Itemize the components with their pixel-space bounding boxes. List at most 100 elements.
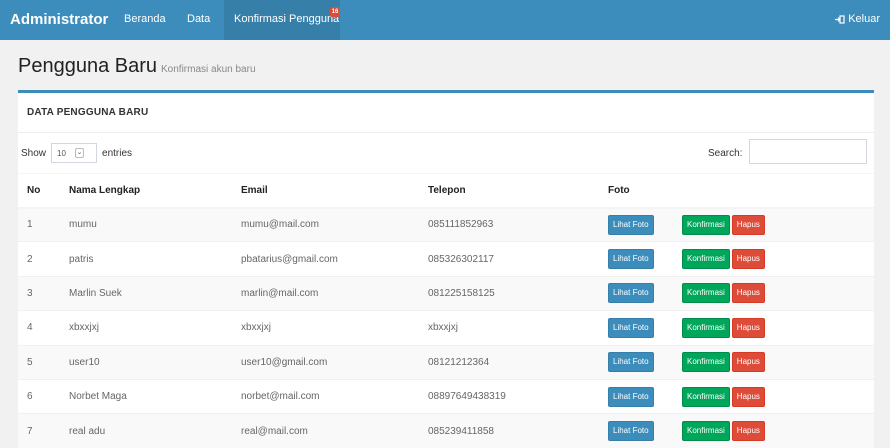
entries-select-value: 10 (57, 148, 66, 158)
col-header-actions (682, 173, 874, 209)
delete-button[interactable]: Hapus (731, 386, 765, 407)
cell-email: xbxxjxj (232, 310, 419, 346)
cell-name: real adu (60, 413, 232, 448)
box-header: DATA PENGGUNA BARU (18, 93, 874, 133)
cell-actions: Konfirmasi Hapus (682, 206, 874, 242)
table-row: 5 user10 user10@gmail.com 08121212364 Lihat … (18, 344, 874, 380)
cell-name: user10 (60, 344, 232, 380)
cell-no: 4 (18, 310, 60, 346)
logout-link[interactable]: Keluar (835, 13, 880, 25)
cell-email: mumu@mail.com (232, 206, 419, 242)
delete-button[interactable]: Hapus (731, 249, 765, 270)
table-row: 7 real adu real@mail.com 085239411858 Lihat … (18, 413, 874, 448)
cell-actions: Konfirmasi Hapus (682, 241, 874, 277)
cell-name: Norbet Maga (60, 378, 232, 414)
nav-link-data[interactable]: Data (187, 13, 210, 25)
view-photo-button[interactable]: Lihat Foto (608, 283, 654, 304)
brand-title[interactable]: Administrator (10, 11, 108, 28)
confirm-button[interactable]: Konfirmasi (682, 421, 730, 442)
cell-email: pbatarius@gmail.com (232, 241, 419, 277)
view-photo-button[interactable]: Lihat Foto (608, 317, 654, 338)
delete-button[interactable]: Hapus (731, 421, 765, 442)
cell-photo: Lihat Foto (599, 275, 682, 311)
table-row: 1 mumu mumu@mail.com 085111852963 Lihat Foto… (18, 206, 874, 242)
users-table: No Nama Lengkap Email Telepon Foto 1 mumu… (18, 173, 874, 448)
cell-phone: 085111852963 (419, 206, 599, 242)
entries-length-control: Show 10 ⌄ entries (21, 143, 132, 163)
search-input[interactable] (749, 139, 867, 164)
col-header-telepon[interactable]: Telepon (419, 173, 599, 209)
cell-photo: Lihat Foto (599, 378, 682, 414)
cell-phone: 08897649438319 (419, 378, 599, 414)
delete-button[interactable]: Hapus (731, 317, 765, 338)
confirm-button[interactable]: Konfirmasi (682, 352, 730, 373)
cell-phone: 08121212364 (419, 344, 599, 380)
table-header-row: No Nama Lengkap Email Telepon Foto (18, 173, 874, 209)
cell-phone: 085239411858 (419, 413, 599, 448)
cell-photo: Lihat Foto (599, 344, 682, 380)
show-label: Show (21, 147, 47, 159)
delete-button[interactable]: Hapus (731, 214, 765, 235)
col-header-email[interactable]: Email (232, 173, 419, 209)
cell-name: mumu (60, 206, 232, 242)
view-photo-button[interactable]: Lihat Foto (608, 214, 654, 235)
table-row: 2 patris pbatarius@gmail.com 085326302117 Li… (18, 241, 874, 277)
cell-actions: Konfirmasi Hapus (682, 275, 874, 311)
cell-photo: Lihat Foto (599, 206, 682, 242)
table-row: 3 Marlin Suek marlin@mail.com 081225158125 L… (18, 275, 874, 311)
cell-actions: Konfirmasi Hapus (682, 344, 874, 380)
cell-no: 1 (18, 206, 60, 242)
delete-button[interactable]: Hapus (731, 352, 765, 373)
cell-no: 5 (18, 344, 60, 380)
confirm-button[interactable]: Konfirmasi (682, 386, 730, 407)
cell-actions: Konfirmasi Hapus (682, 310, 874, 346)
data-box: DATA PENGGUNA BARU Show 10 ⌄ entries Sea… (18, 90, 874, 448)
col-header-foto[interactable]: Foto (599, 173, 682, 209)
cell-no: 3 (18, 275, 60, 311)
notification-badge: 16 (330, 7, 340, 17)
cell-phone: xbxxjxj (419, 310, 599, 346)
view-photo-button[interactable]: Lihat Foto (608, 421, 654, 442)
view-photo-button[interactable]: Lihat Foto (608, 249, 654, 270)
cell-phone: 081225158125 (419, 275, 599, 311)
cell-photo: Lihat Foto (599, 413, 682, 448)
box-title: DATA PENGGUNA BARU (27, 107, 149, 118)
table-row: 4 xbxxjxj xbxxjxj xbxxjxj Lihat Foto Konfirma… (18, 310, 874, 346)
view-photo-button[interactable]: Lihat Foto (608, 386, 654, 407)
top-navbar: Administrator Beranda Data Konfirmasi Pe… (0, 0, 890, 40)
cell-name: patris (60, 241, 232, 277)
cell-phone: 085326302117 (419, 241, 599, 277)
view-photo-button[interactable]: Lihat Foto (608, 352, 654, 373)
entries-label: entries (102, 147, 133, 159)
col-header-no[interactable]: No (18, 173, 60, 209)
chevron-down-icon: ⌄ (75, 148, 85, 158)
page-title-text: Pengguna Baru (18, 55, 158, 77)
nav-link-konfirmasi-pengguna[interactable]: Konfirmasi Pengguna (234, 13, 339, 25)
delete-button[interactable]: Hapus (731, 283, 765, 304)
cell-email: norbet@mail.com (232, 378, 419, 414)
logout-label: Keluar (848, 13, 880, 25)
page-subtitle: Konfirmasi akun baru (161, 64, 256, 75)
cell-no: 7 (18, 413, 60, 448)
cell-name: Marlin Suek (60, 275, 232, 311)
cell-no: 2 (18, 241, 60, 277)
confirm-button[interactable]: Konfirmasi (682, 283, 730, 304)
entries-select[interactable]: 10 ⌄ (51, 143, 98, 163)
cell-no: 6 (18, 378, 60, 414)
cell-photo: Lihat Foto (599, 241, 682, 277)
col-header-nama-lengkap[interactable]: Nama Lengkap (60, 173, 232, 209)
confirm-button[interactable]: Konfirmasi (682, 249, 730, 270)
cell-actions: Konfirmasi Hapus (682, 413, 874, 448)
cell-email: marlin@mail.com (232, 275, 419, 311)
sign-out-icon (835, 14, 845, 24)
confirm-button[interactable]: Konfirmasi (682, 317, 730, 338)
page-title: Pengguna Baru Konfirmasi akun baru (18, 55, 256, 78)
confirm-button[interactable]: Konfirmasi (682, 214, 730, 235)
table-row: 6 Norbet Maga norbet@mail.com 0889764943831… (18, 378, 874, 414)
cell-email: real@mail.com (232, 413, 419, 448)
cell-name: xbxxjxj (60, 310, 232, 346)
search-label: Search: (708, 148, 743, 159)
cell-photo: Lihat Foto (599, 310, 682, 346)
nav-link-beranda[interactable]: Beranda (124, 13, 166, 25)
cell-email: user10@gmail.com (232, 344, 419, 380)
